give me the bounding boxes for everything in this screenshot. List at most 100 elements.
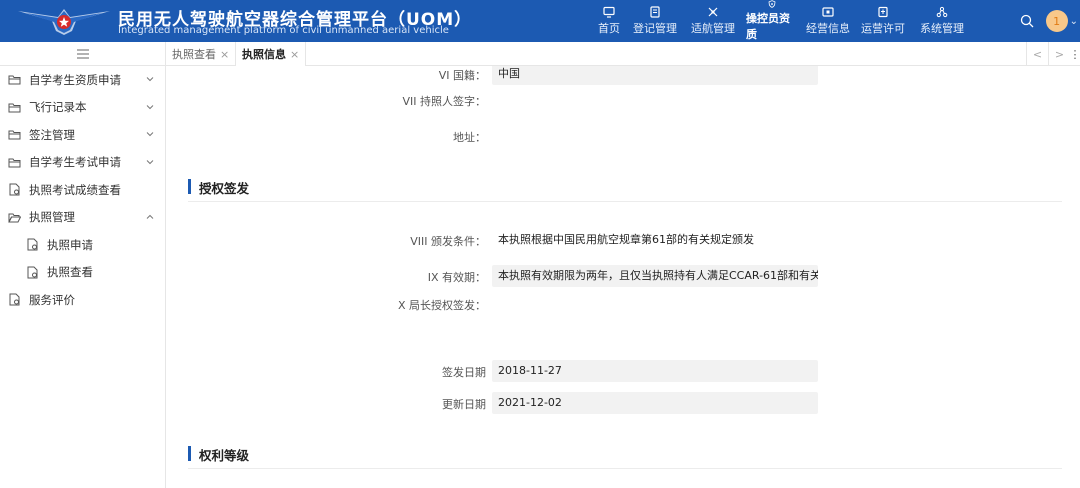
register-icon — [650, 6, 660, 18]
document-icon — [27, 266, 38, 279]
field-value: 本执照有效期限为两年，且仅当执照持有人满足CCAR-61部和有关条款要求时 — [492, 265, 818, 287]
nav-business-info-label: 经营信息 — [806, 22, 850, 35]
tab-scroll-right-button[interactable]: > — [1048, 42, 1070, 66]
field-label: 更新日期 — [442, 398, 486, 411]
main-nav: 首页 登记管理 适航管理 操控员资质 经营信息 运营许可 系统管理 — [592, 0, 972, 42]
field-label: VII 持照人签字： — [402, 95, 486, 108]
nav-airworthiness-label: 适航管理 — [691, 22, 735, 35]
field-value: 2018-11-27 — [492, 360, 818, 382]
hamburger-menu-icon[interactable] — [76, 49, 89, 59]
field-director-signature: X 局长授权签发： — [166, 293, 826, 315]
nav-system-management-label: 系统管理 — [920, 22, 964, 35]
field-value — [492, 89, 818, 111]
user-area: 1 ⌄ — [1020, 0, 1080, 42]
nav-operator-qualification[interactable]: 操控员资质 — [742, 0, 802, 42]
field-label: 地址： — [453, 131, 486, 144]
sidebar-item-label: 执照考试成绩查看 — [29, 182, 121, 197]
section-authorization: 授权签发 — [188, 174, 1062, 202]
field-label: X 局长授权签发： — [397, 299, 486, 312]
field-value: 2021-12-02 — [492, 392, 818, 414]
nav-system-management[interactable]: 系统管理 — [912, 0, 972, 42]
sidebar: 自学考生资质申请 飞行记录本 签注管理 自学考生考试申请 执照考试成绩查看 执照… — [0, 42, 166, 488]
field-update-date: 更新日期 2021-12-02 — [166, 392, 826, 414]
field-label: VIII 颁发条件： — [410, 235, 486, 248]
license-info-content: VI 国籍： 中国 VII 持照人签字： 地址： 授权签发 VIII 颁发条件：… — [166, 66, 1080, 488]
close-icon[interactable]: × — [290, 48, 299, 61]
nav-operation-permit-label: 运营许可 — [861, 22, 905, 35]
sidebar-item-label: 自学考生资质申请 — [29, 72, 121, 87]
tab-bar: 执照查看 × 执照信息 × < > ⋮ — [166, 42, 1080, 66]
sidebar-item-label: 执照管理 — [29, 210, 75, 225]
chevron-down-icon — [146, 104, 154, 109]
tab-license-view[interactable]: 执照查看 × — [166, 42, 237, 66]
folder-icon — [8, 103, 21, 113]
avatar[interactable]: 1 — [1045, 10, 1068, 32]
document-icon — [9, 293, 20, 306]
document-icon — [9, 183, 20, 196]
chevron-down-icon — [146, 159, 154, 164]
section-rights-level: 权利等级 — [188, 441, 1062, 469]
chevron-down-icon[interactable]: ⌄ — [1070, 16, 1078, 27]
shield-icon — [768, 0, 776, 8]
sidebar-item-license-management[interactable]: 执照管理 — [0, 204, 165, 232]
sidebar-item-label: 签注管理 — [29, 127, 75, 142]
folder-icon — [8, 130, 21, 140]
search-icon[interactable] — [1020, 14, 1034, 28]
field-holder-signature: VII 持照人签字： — [166, 89, 826, 111]
sidebar-item-license-application[interactable]: 执照申请 — [0, 231, 165, 259]
folder-open-icon — [8, 213, 21, 223]
sidebar-item-label: 飞行记录本 — [29, 100, 87, 115]
settings-network-icon — [936, 6, 948, 18]
nav-operator-qualification-label: 操控员资质 — [746, 12, 790, 41]
field-label: VI 国籍： — [438, 69, 486, 82]
section-title: 权利等级 — [199, 448, 250, 463]
sidebar-item-exam-results[interactable]: 执照考试成绩查看 — [0, 176, 165, 204]
chevron-down-icon — [146, 77, 154, 82]
field-value: 中国 — [492, 66, 818, 85]
field-nationality: VI 国籍： 中国 — [166, 66, 826, 85]
platform-subtitle: Integrated management platform of civil … — [118, 25, 449, 36]
field-value — [492, 125, 818, 147]
caac-logo-icon — [18, 9, 110, 35]
field-issue-date: 签发日期 2018-11-27 — [166, 360, 826, 382]
sidebar-item-label: 执照查看 — [47, 265, 93, 280]
nav-home[interactable]: 首页 — [592, 0, 626, 42]
field-label: 签发日期 — [442, 366, 486, 379]
nav-registration-label: 登记管理 — [633, 22, 677, 35]
nav-home-label: 首页 — [598, 22, 620, 35]
section-accent-bar — [188, 179, 191, 194]
sidebar-item-self-study-qualification[interactable]: 自学考生资质申请 — [0, 66, 165, 94]
folder-icon — [8, 158, 21, 168]
nav-registration[interactable]: 登记管理 — [626, 0, 684, 42]
field-issue-conditions: VIII 颁发条件： 本执照根据中国民用航空规章第61部的有关规定颁发 — [166, 229, 826, 251]
field-value — [492, 293, 818, 315]
nav-operation-permit[interactable]: 运营许可 — [854, 0, 912, 42]
sidebar-item-service-rating[interactable]: 服务评价 — [0, 286, 165, 314]
field-value: 本执照根据中国民用航空规章第61部的有关规定颁发 — [498, 233, 754, 246]
tab-more-icon[interactable]: ⋮ — [1070, 42, 1080, 66]
section-title: 授权签发 — [199, 181, 250, 196]
sidebar-item-label: 服务评价 — [29, 292, 75, 307]
chevron-down-icon — [146, 132, 154, 137]
business-icon — [822, 7, 834, 17]
monitor-icon — [603, 6, 615, 18]
nav-business-info[interactable]: 经营信息 — [802, 0, 854, 42]
sidebar-item-license-view[interactable]: 执照查看 — [0, 259, 165, 287]
sidebar-item-flight-logbook[interactable]: 飞行记录本 — [0, 94, 165, 122]
tab-label: 执照查看 — [172, 48, 216, 61]
tab-scroll-left-button[interactable]: < — [1026, 42, 1048, 66]
nav-airworthiness[interactable]: 适航管理 — [684, 0, 742, 42]
permit-icon — [878, 6, 888, 18]
sidebar-toggle[interactable] — [0, 42, 165, 66]
field-validity: IX 有效期： 本执照有效期限为两年，且仅当执照持有人满足CCAR-61部和有关… — [166, 265, 826, 287]
sidebar-item-self-study-exam[interactable]: 自学考生考试申请 — [0, 149, 165, 177]
close-icon[interactable]: × — [220, 48, 229, 61]
field-address: 地址： — [166, 125, 826, 147]
sidebar-item-label: 自学考生考试申请 — [29, 155, 121, 170]
field-label: IX 有效期： — [427, 271, 486, 284]
tab-license-info[interactable]: 执照信息 × — [236, 42, 307, 66]
document-icon — [27, 238, 38, 251]
chevron-up-icon — [146, 214, 154, 219]
sidebar-item-endorsement[interactable]: 签注管理 — [0, 121, 165, 149]
tab-label: 执照信息 — [242, 48, 286, 61]
